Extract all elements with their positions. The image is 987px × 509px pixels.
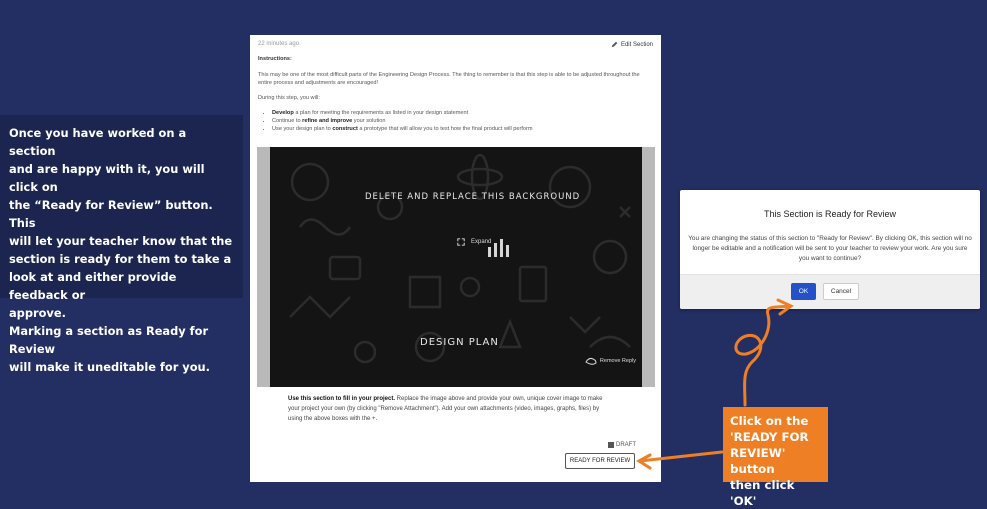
- draft-label: DRAFT: [616, 442, 636, 448]
- instructions-list: Develop a plan for meeting the requireme…: [258, 109, 651, 133]
- pencil-icon: [611, 41, 618, 48]
- callout-line: look at and either provide feedback or: [9, 270, 177, 302]
- expand-label: Expand: [471, 239, 492, 245]
- list-item: Develop a plan for meeting the requireme…: [272, 109, 651, 117]
- cover-image: DELETE AND REPLACE THIS BACKGROUND DESIG…: [270, 147, 642, 387]
- section-footer-text: Use this section to fill in your project…: [288, 396, 603, 422]
- science-doodle-pattern: [289, 153, 631, 364]
- arrow-loop-to-ok: [734, 304, 790, 407]
- callout-line: will let your teacher know that the: [9, 234, 233, 248]
- callout-line: REVIEW' button: [730, 446, 786, 476]
- edit-section-button[interactable]: Edit Section: [611, 41, 653, 48]
- callout-line: then click 'OK': [730, 478, 795, 508]
- remove-reply-button[interactable]: Remove Reply: [585, 356, 636, 366]
- cover-image-frame: DELETE AND REPLACE THIS BACKGROUND DESIG…: [257, 147, 655, 387]
- ready-for-review-button[interactable]: READY FOR REVIEW: [565, 453, 635, 469]
- callout-line: Marking a section as Ready for Review: [9, 324, 209, 356]
- orange-callout: Click on the 'READY FOR REVIEW' button t…: [723, 407, 828, 508]
- list-item: Continue to refine and improve your solu…: [272, 117, 651, 125]
- section-document: 22 minutes ago Edit Section Instructions…: [250, 35, 661, 482]
- dialog-footer: OK Cancel: [680, 274, 980, 309]
- edit-section-label: Edit Section: [620, 41, 653, 48]
- remove-reply-label: Remove Reply: [599, 358, 636, 364]
- timestamp: 22 minutes ago: [258, 41, 300, 47]
- instructions-heading: Instructions:: [258, 56, 292, 62]
- image-title-top: DELETE AND REPLACE THIS BACKGROUND: [365, 192, 581, 202]
- section-header: 22 minutes ago Edit Section: [258, 41, 653, 48]
- list-item: Use your design plan to construct a prot…: [272, 125, 651, 133]
- callout-line: and are happy with it, you will click on: [9, 162, 205, 194]
- callout-line: section is ready for them to take a: [9, 252, 232, 266]
- expand-icon: [457, 238, 465, 246]
- callout-line: 'READY FOR: [730, 430, 809, 444]
- callout-line: will make it uneditable for you.: [9, 360, 210, 374]
- callout-line: Click on the: [730, 414, 809, 428]
- left-callout: Once you have worked on a section and ar…: [0, 115, 243, 374]
- expand-button[interactable]: Expand: [457, 238, 491, 246]
- draft-status-icon: [608, 442, 614, 448]
- callout-line: the “Ready for Review” button. This: [9, 198, 213, 230]
- callout-line: Once you have worked on a section: [9, 126, 187, 158]
- ok-button[interactable]: OK: [791, 283, 816, 300]
- instructions-intro: This may be one of the most difficult pa…: [258, 72, 640, 86]
- instructions: Instructions: This may be one of the mos…: [258, 55, 651, 133]
- draft-status: DRAFT: [608, 442, 636, 448]
- confirm-dialog: This Section is Ready for Review You are…: [680, 190, 980, 309]
- cancel-button[interactable]: Cancel: [823, 283, 859, 300]
- instructions-during: During this step, you will:: [258, 95, 320, 101]
- dialog-message: You are changing the status of this sect…: [688, 235, 972, 262]
- dialog-title: This Section is Ready for Review: [763, 209, 897, 219]
- callout-line: approve.: [9, 306, 66, 320]
- image-title-bottom: DESIGN PLAN: [420, 337, 499, 348]
- hand-pointer-icon: [585, 357, 597, 365]
